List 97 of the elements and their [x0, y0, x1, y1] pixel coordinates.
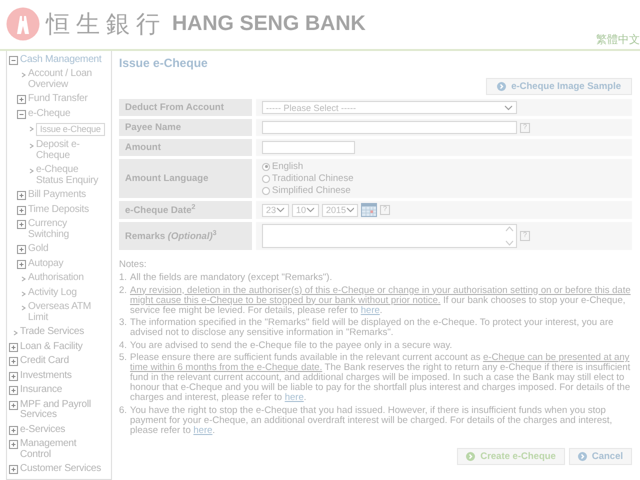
- sidebar-item[interactable]: Trade Services: [20, 327, 84, 338]
- collapse-icon[interactable]: [17, 110, 26, 118]
- sidebar-item[interactable]: Deposit e-Cheque: [36, 140, 108, 161]
- field-label: Remarks (Optional)$^{3}$: [119, 222, 252, 250]
- field-label: Amount Language: [119, 159, 252, 198]
- field-label: Amount: [119, 139, 252, 156]
- radio-label: Simplified Chinese: [272, 185, 351, 196]
- sidebar-item[interactable]: e-Cheque: [28, 108, 70, 119]
- expand-icon[interactable]: [17, 260, 26, 268]
- collapse-icon[interactable]: [9, 56, 18, 64]
- expand-icon[interactable]: [17, 220, 26, 229]
- note-number: 3.: [119, 318, 127, 330]
- field-label: Deduct From Account: [119, 99, 252, 116]
- sidebar-item[interactable]: Activity Log: [28, 288, 77, 298]
- expand-icon[interactable]: [9, 426, 18, 434]
- dropdown[interactable]: 2015: [322, 204, 358, 216]
- sidebar-item[interactable]: Investments: [20, 370, 72, 381]
- note-text: Please ensure there are sufficient funds available in the relevant current account as e-Cheque can be presented at any time within 6 months from the e-Cheque date. The Bank reserves the right to return any e-Cheque if there is insufficient fund in the relevant current account, and additional charges will be imposed. In such a case the Bank may still elect to honour that e-Cheque and you will be liable to pay for the shortfall plus interest and charges imposed. For details of the charges and interest, please refer to here.: [130, 353, 632, 403]
- bank-name: HANG SENG BANK: [172, 12, 366, 36]
- expand-icon[interactable]: [17, 245, 26, 254]
- here-link[interactable]: here: [193, 424, 212, 436]
- chevron-icon: [21, 276, 26, 282]
- chevron-icon: [21, 305, 26, 311]
- page-title: Issue e-Cheque: [119, 56, 209, 70]
- note-text: All the fields are mandatory (except "Remarks").: [130, 273, 334, 283]
- text-field[interactable]: [262, 141, 355, 154]
- note-number: 1.: [119, 273, 127, 283]
- expand-icon[interactable]: [17, 95, 26, 104]
- sidebar-item[interactable]: Credit Card: [20, 356, 69, 366]
- radio-button[interactable]: [262, 174, 270, 182]
- sidebar-item[interactable]: Gold: [28, 244, 48, 254]
- chevron-icon: [13, 330, 18, 336]
- sidebar-item[interactable]: Loan & Facility: [20, 342, 83, 352]
- expand-icon[interactable]: [17, 206, 26, 214]
- expand-icon[interactable]: [9, 386, 18, 395]
- expand-icon[interactable]: [9, 357, 18, 366]
- sidebar-item[interactable]: e-Services: [20, 424, 66, 435]
- radio-button[interactable]: [262, 162, 270, 170]
- expand-icon[interactable]: [17, 191, 26, 200]
- create-button[interactable]: Create e-Cheque: [457, 448, 565, 464]
- language-link[interactable]: 繁體中文: [596, 32, 640, 47]
- chevron-icon: [21, 290, 26, 296]
- expand-icon[interactable]: [9, 440, 18, 449]
- sidebar-item[interactable]: Account / Loan Overview: [28, 69, 108, 90]
- sidebar-item[interactable]: Cash Management: [20, 54, 102, 65]
- bank-name-chinese: 恒生銀行: [46, 9, 166, 40]
- arrow-circle-icon: [578, 452, 587, 460]
- expand-icon[interactable]: [9, 400, 18, 410]
- field-label: Payee Name: [119, 119, 252, 136]
- note-number: 4.: [119, 340, 127, 350]
- note-number: 5.: [119, 353, 127, 365]
- sidebar-item[interactable]: Customer Services: [20, 464, 102, 474]
- field-label: e-Cheque Date$^{2}$: [119, 201, 252, 219]
- text-field[interactable]: [262, 121, 517, 134]
- caret-icon: [346, 207, 354, 213]
- note-text: You have the right to stop the e-Cheque that you had issued. However, if there is insufficient funds when you stop payment for your e-Cheque, an additional overdraft interest will be charged. For details of the charges and interest, please refer to here.: [130, 406, 614, 436]
- sidebar-item[interactable]: MPF and Payroll Services: [20, 400, 108, 420]
- chevron-icon: [29, 168, 34, 174]
- note-text: You are advised to send the e-Cheque file to the payee only in a secure way.: [130, 340, 454, 350]
- sidebar-item[interactable]: Issue e-Cheque: [36, 123, 105, 136]
- dropdown[interactable]: 23: [262, 204, 289, 216]
- notes-heading: Notes:: [119, 260, 148, 270]
- note-text: Any revision, deletion in the authoriser(s) of this e-Cheque or change in your authorisation setting on or before this date might cause this e-Cheque to be stopped by our bank without prior notice. If our bank chooses to stop your e-Cheque, service fee might be levied. For details, please refer to here.: [130, 286, 632, 316]
- logo-icon: [6, 7, 40, 41]
- sidebar-item[interactable]: Autopay: [28, 258, 64, 269]
- radio-label: English: [272, 161, 304, 172]
- cancel-button[interactable]: Cancel: [568, 448, 632, 464]
- note-number: 6.: [119, 406, 127, 418]
- sidebar-item[interactable]: Overseas ATM Limit: [28, 302, 108, 323]
- dropdown[interactable]: 10: [292, 204, 319, 216]
- image-sample-button[interactable]: e-Cheque Image Sample: [486, 78, 632, 95]
- sidebar-item[interactable]: Currency Switching: [28, 219, 108, 240]
- sidebar-item[interactable]: e-Cheque Status Enquiry: [36, 165, 108, 186]
- note-number: 2.: [119, 286, 127, 298]
- note-text: The information specified in the "Remarks" field will be displayed on the e-Cheque. To protect your interest, you are advised not to disclose any sensitive information in "Remarks".: [130, 318, 614, 338]
- dropdown[interactable]: ----- Please Select -----: [262, 101, 517, 114]
- sidebar-item[interactable]: Authorisation: [28, 273, 84, 284]
- here-link[interactable]: here: [284, 392, 304, 403]
- arrow-circle-icon: [466, 452, 476, 460]
- caret-icon: [306, 207, 315, 213]
- chevron-icon: [29, 126, 34, 132]
- here-link[interactable]: here: [360, 304, 380, 316]
- sidebar-item[interactable]: Insurance: [20, 385, 62, 396]
- radio-button[interactable]: [262, 186, 270, 194]
- expand-icon[interactable]: [9, 465, 18, 474]
- sidebar-item[interactable]: Fund Transfer: [28, 94, 88, 104]
- expand-icon[interactable]: [9, 342, 18, 352]
- sidebar-item[interactable]: Bill Payments: [28, 190, 86, 200]
- expand-icon[interactable]: [9, 372, 18, 380]
- chevron-icon: [21, 72, 26, 78]
- caret-icon: [276, 207, 285, 213]
- chevron-icon: [29, 143, 34, 149]
- radio-label: Traditional Chinese: [272, 173, 354, 184]
- arrow-circle-icon: [497, 82, 506, 91]
- caret-icon: [504, 104, 513, 110]
- sidebar-item[interactable]: Time Deposits: [28, 204, 89, 215]
- sidebar-item[interactable]: Management Control: [20, 439, 108, 460]
